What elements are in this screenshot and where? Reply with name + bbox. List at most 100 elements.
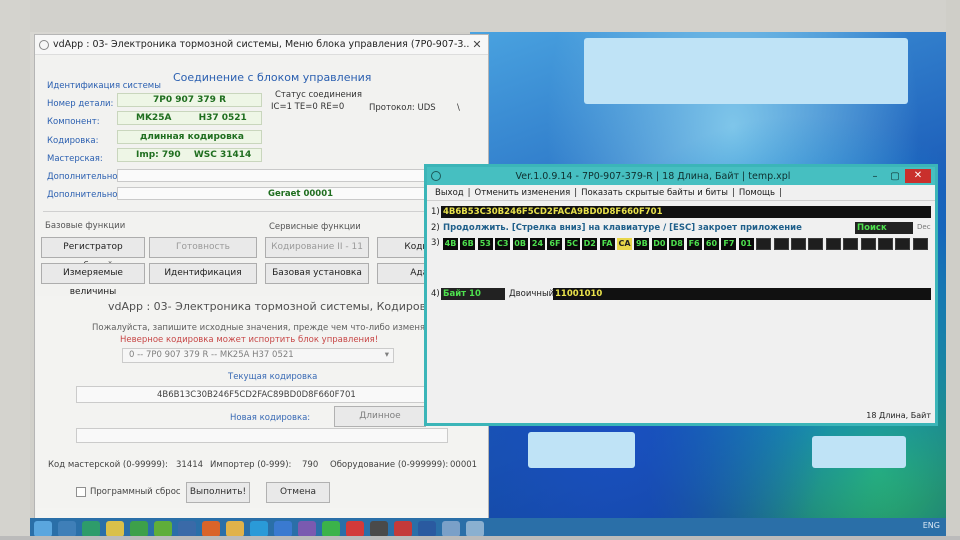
byte-cell[interactable]: 6F (547, 238, 563, 250)
byte-cell-empty[interactable] (912, 238, 928, 250)
folder-icon[interactable] (226, 521, 244, 537)
byte-cell[interactable]: 9B (634, 238, 650, 250)
byte-cell-empty[interactable] (878, 238, 893, 250)
byte-cell-empty[interactable] (843, 238, 859, 250)
byte-cell[interactable]: CA (617, 238, 632, 250)
basic-functions-header: Базовые функции (45, 221, 126, 231)
byte-row: 4B 6B 53 C3 0B 24 6F 5C D2 FA CA 9B D0 D8 F6 60 F7 01 (443, 238, 933, 250)
byte-cell-empty[interactable] (791, 238, 806, 250)
byte-cell[interactable]: D0 (651, 238, 667, 250)
measured-values-button[interactable]: Измеряемые величины (41, 263, 145, 297)
byte-cell[interactable]: 01 (738, 238, 754, 250)
hex-editor-menu: Выход | Отменить изменения | Показать скры… (427, 185, 935, 201)
monitor-bezel-top (0, 0, 960, 32)
binary-bar[interactable]: 11001010 (553, 288, 931, 300)
byte-cell[interactable]: F6 (686, 238, 702, 250)
start-icon[interactable] (34, 521, 52, 537)
byte-cell[interactable]: 0B (512, 238, 528, 250)
app-icon[interactable] (274, 521, 292, 537)
byte-cell-empty[interactable] (808, 238, 824, 250)
main-titlebar[interactable]: vdApp : 03- Электроника тормозной систем… (35, 35, 488, 55)
minimize-icon[interactable]: – (865, 171, 885, 182)
row1-value-bar: 4B6B53C30B246F5CD2FACA9BD0D8F660F701 (441, 206, 931, 218)
byte-cell-empty[interactable] (756, 238, 772, 250)
current-coding-label: Текущая кодировка (228, 372, 318, 382)
coding-dialog-note: Пожалуйста, запишите исходные значения, … (92, 323, 438, 333)
binary-value: 11001010 (555, 289, 603, 299)
row2-number: 2) (431, 223, 440, 233)
close-icon[interactable]: ✕ (905, 169, 931, 183)
ie-icon[interactable] (58, 521, 76, 537)
byte-cell[interactable]: C3 (495, 238, 511, 250)
cancel-button[interactable]: Отмена (266, 482, 330, 503)
app-icon[interactable] (154, 521, 172, 537)
part-number-value: 7P0 907 379 R (117, 93, 262, 107)
menu-exit[interactable]: Выход (431, 188, 468, 198)
component-label: Компонент: (47, 117, 100, 127)
protocol-extra: \ (457, 103, 460, 113)
readiness-button[interactable]: Готовность (149, 237, 257, 258)
byte-cell[interactable]: F7 (721, 238, 737, 250)
byte-cell[interactable]: FA (599, 238, 615, 250)
close-icon[interactable]: ✕ (470, 38, 484, 51)
app-icon[interactable] (346, 521, 364, 537)
event-log-button[interactable]: Регистратор событий (41, 237, 145, 271)
whatsapp-icon[interactable] (322, 521, 340, 537)
app-icon[interactable] (178, 521, 196, 537)
menu-undo-changes[interactable]: Отменить изменения (471, 188, 575, 198)
byte-cell[interactable]: 24 (530, 238, 545, 250)
byte-cell-empty[interactable] (825, 238, 841, 250)
menu-help[interactable]: Помощь (735, 188, 779, 198)
binary-label: Двоичный: (509, 289, 558, 299)
excel-icon[interactable] (130, 521, 148, 537)
coding-dialog-title: vdApp : 03- Электроника тормозной систем… (108, 300, 454, 313)
vdapp-taskbar-icon[interactable] (466, 521, 484, 537)
redacted-area (528, 432, 635, 468)
long-coding-button[interactable]: Длинное кодирован (334, 406, 426, 440)
basic-setting-button[interactable]: Базовая установка (265, 263, 369, 284)
byte-cell[interactable]: 53 (477, 238, 493, 250)
byte-cell-empty[interactable] (860, 238, 876, 250)
skype-icon[interactable] (250, 521, 268, 537)
byte-cell[interactable]: D8 (669, 238, 685, 250)
app-icon[interactable] (370, 521, 388, 537)
menu-show-hidden[interactable]: Показать скрытые байты и биты (577, 188, 732, 198)
hex-editor-titlebar[interactable]: Ver.1.0.9.14 - 7P0-907-379-R | 18 Длина,… (427, 167, 935, 185)
status-line: IC=1 TE=0 RE=0 (271, 102, 345, 112)
vlc-icon[interactable] (202, 521, 220, 537)
service-functions-header: Сервисные функции (269, 222, 361, 232)
ecu-select-value: 0 -- 7P0 907 379 R -- MK25A H37 0521 (129, 350, 294, 360)
app-icon (431, 171, 441, 181)
vdapp-taskbar-icon[interactable] (442, 521, 460, 537)
byte-cell-empty[interactable] (773, 238, 789, 250)
row2-hint: Продолжить. [Стрелка вниз] на клавиатуре… (443, 223, 802, 233)
maximize-icon[interactable]: ▢ (885, 171, 905, 182)
word-icon[interactable] (418, 521, 436, 537)
coding-ii-button[interactable]: Кодирование II - 11 (265, 237, 369, 258)
tray-language[interactable]: ENG (923, 521, 940, 530)
app-icon[interactable] (82, 521, 100, 537)
main-window-title: vdApp : 03- Электроника тормозной систем… (53, 39, 470, 50)
ecu-select[interactable]: 0 -- 7P0 907 379 R -- MK25A H37 0521 ▾ (122, 348, 394, 363)
identification-button[interactable]: Идентификация (149, 263, 257, 284)
execute-button[interactable]: Выполнить! (186, 482, 250, 503)
byte-cell-empty[interactable] (895, 238, 911, 250)
current-coding-field: 4B6B13C30B246F5CD2FAC89BD0D8F660F701 (76, 386, 450, 403)
byte-cell[interactable]: D2 (582, 238, 598, 250)
byte-cell[interactable]: 60 (704, 238, 719, 250)
byte-cell[interactable]: 4B (443, 238, 458, 250)
workshop-value: Imp: 790 WSC 31414 (117, 148, 262, 162)
search-box[interactable]: Поиск (855, 222, 913, 234)
new-coding-field[interactable] (76, 428, 448, 443)
status-header: Статус соединения (275, 90, 362, 100)
row4-number: 4) (431, 289, 440, 299)
byte-cell[interactable]: 5C (564, 238, 580, 250)
selected-byte-label: Байт 10 (441, 288, 505, 300)
chevron-down-icon: ▾ (384, 350, 389, 360)
program-reset-checkbox[interactable] (76, 487, 86, 497)
hex-editor-window: Ver.1.0.9.14 - 7P0-907-379-R | 18 Длина,… (424, 164, 938, 426)
byte-cell[interactable]: 6B (460, 238, 476, 250)
app-icon[interactable] (394, 521, 412, 537)
viber-icon[interactable] (298, 521, 316, 537)
chrome-icon[interactable] (106, 521, 124, 537)
